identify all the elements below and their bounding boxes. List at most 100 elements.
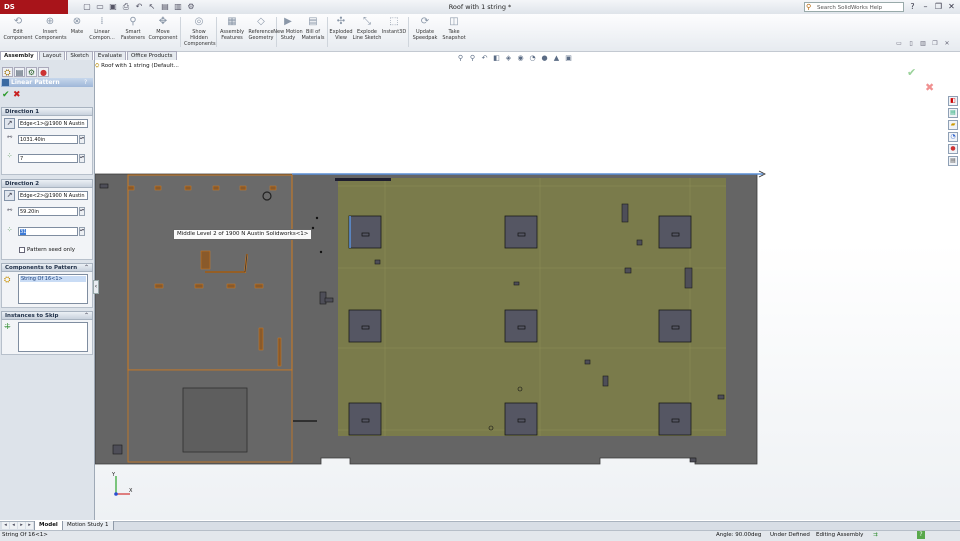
previous-view-icon[interactable]: ↶ bbox=[480, 54, 489, 63]
configuration-manager-tab-icon[interactable]: ⚙ bbox=[26, 67, 37, 77]
direction2-group-header[interactable]: Direction 2 bbox=[1, 179, 93, 188]
status-help-icon[interactable]: ? bbox=[917, 531, 925, 539]
components-list[interactable]: String Of 16<1> bbox=[18, 274, 88, 304]
linear-pattern-button[interactable]: ⁞ Linear Compon... bbox=[87, 16, 117, 41]
tile-horizontal-icon[interactable]: ▯ bbox=[907, 40, 915, 47]
confirmation-ok-icon[interactable]: ✔ bbox=[907, 67, 916, 79]
reverse-direction-icon[interactable]: ↗ bbox=[4, 118, 15, 129]
cancel-button[interactable]: ✖ bbox=[13, 90, 21, 100]
tab-assembly[interactable]: Assembly bbox=[0, 51, 38, 60]
zoom-to-fit-icon[interactable]: ⚲ bbox=[456, 54, 465, 63]
view-orientation-icon[interactable]: ◈ bbox=[504, 54, 513, 63]
tab-layout[interactable]: Layout bbox=[38, 51, 66, 60]
skip-group-header[interactable]: Instances to Skip ⌃ bbox=[1, 311, 93, 320]
take-snapshot-button[interactable]: ◫ Take Snapshot bbox=[439, 16, 469, 41]
panel-collapse-handle[interactable]: ‹ bbox=[93, 280, 99, 294]
mate-icon: ⊗ bbox=[72, 16, 82, 27]
restore-icon[interactable]: ❐ bbox=[934, 2, 943, 11]
assembly-features-button[interactable]: ▦ Assembly Features bbox=[217, 16, 247, 41]
search-input[interactable]: Search SolidWorks Help bbox=[804, 2, 904, 12]
ok-button[interactable]: ✔ bbox=[2, 90, 10, 100]
pattern-seed-only-checkbox[interactable] bbox=[19, 247, 25, 253]
selected-value: 31 bbox=[20, 229, 27, 235]
group-title: Components to Pattern bbox=[5, 265, 78, 271]
flyout-tree-root[interactable]: ⛭ Roof with 1 string (Default... bbox=[95, 63, 179, 70]
status-selection: String Of 16<1> bbox=[2, 532, 48, 538]
display-style-icon[interactable]: ◉ bbox=[516, 54, 525, 63]
last-tab-icon[interactable]: ▸ bbox=[26, 522, 33, 529]
apply-scene-icon[interactable]: ▲ bbox=[552, 54, 561, 63]
hide-show-icon[interactable]: ◔ bbox=[528, 54, 537, 63]
spacing-spinner[interactable]: ▴▾ bbox=[79, 135, 85, 144]
solidworks-resources-icon[interactable]: ◧ bbox=[948, 96, 958, 106]
instances-skip-list[interactable] bbox=[18, 322, 88, 352]
insert-components-icon: ⊕ bbox=[45, 16, 55, 27]
zoom-area-icon[interactable]: ⚲ bbox=[468, 54, 477, 63]
roof-model[interactable] bbox=[95, 168, 775, 468]
component-icon: ⛭ bbox=[4, 275, 11, 284]
edit-appearance-icon[interactable]: ● bbox=[540, 54, 549, 63]
direction1-group-header[interactable]: Direction 1 bbox=[1, 107, 93, 116]
insert-components-button[interactable]: ⊕ Insert Components bbox=[35, 16, 67, 41]
feature-tree-tab-icon[interactable]: ⛭ bbox=[2, 67, 13, 77]
direction1-instances-input[interactable]: 7 bbox=[18, 154, 78, 163]
display-manager-tab-icon[interactable]: ● bbox=[38, 67, 49, 77]
rebuild-status-icon[interactable]: ⇉ bbox=[873, 530, 878, 540]
button-label: Smart Fasteners bbox=[120, 29, 146, 41]
search-results-icon[interactable]: ◔ bbox=[948, 132, 958, 142]
exploded-view-icon: ✣ bbox=[336, 16, 346, 27]
tab-office-products[interactable]: Office Products bbox=[126, 51, 177, 60]
tile-vertical-icon[interactable]: ▥ bbox=[919, 40, 927, 47]
update-speedpak-button[interactable]: ⟳ Update Speedpak bbox=[410, 16, 440, 41]
group-title: Direction 1 bbox=[5, 109, 40, 115]
window-controls: ? – ❐ ✕ bbox=[908, 2, 956, 11]
collapse-icon[interactable]: ⌃ bbox=[84, 264, 89, 272]
tab-evaluate[interactable]: Evaluate bbox=[93, 51, 126, 60]
direction2-edge-field[interactable]: Edge<2>@1900 N Austin bbox=[18, 191, 88, 200]
help-icon[interactable]: ? bbox=[84, 78, 87, 87]
spacing-icon: ⇿ bbox=[6, 133, 13, 141]
explode-line-sketch-button[interactable]: ⤡ Explode Line Sketch bbox=[352, 16, 382, 41]
close-icon[interactable]: ✕ bbox=[947, 2, 956, 11]
restore-view-icon[interactable]: ❐ bbox=[931, 40, 939, 47]
show-hidden-button[interactable]: ◎ Show Hidden Components bbox=[184, 16, 216, 47]
list-item[interactable]: String Of 16<1> bbox=[20, 276, 86, 282]
status-definition: Under Defined bbox=[770, 532, 810, 538]
help-menu-icon[interactable]: ? bbox=[908, 2, 917, 11]
prev-tab-icon[interactable]: ◂ bbox=[10, 522, 17, 529]
tab-sketch[interactable]: Sketch bbox=[66, 51, 93, 60]
reference-geometry-button[interactable]: ◇ Reference Geometry bbox=[246, 16, 276, 41]
assembly-features-icon: ▦ bbox=[227, 16, 237, 27]
edit-component-button[interactable]: ⟲ Edit Component bbox=[3, 16, 33, 41]
direction1-edge-field[interactable]: Edge<1>@1900 N Austin bbox=[18, 119, 88, 128]
tile-icon[interactable]: ▭ bbox=[895, 40, 903, 47]
move-component-button[interactable]: ✥ Move Component bbox=[148, 16, 178, 41]
design-library-icon[interactable]: ▤ bbox=[948, 108, 958, 118]
next-tab-icon[interactable]: ▸ bbox=[18, 522, 25, 529]
close-document-icon[interactable]: ✕ bbox=[943, 40, 951, 47]
custom-properties-icon[interactable]: ▤ bbox=[948, 156, 958, 166]
collapse-icon[interactable]: ⌃ bbox=[84, 312, 89, 320]
property-manager-tab-icon[interactable]: ▤ bbox=[14, 67, 25, 77]
instances-spinner[interactable]: ▴▾ bbox=[79, 154, 85, 163]
confirmation-cancel-icon[interactable]: ✖ bbox=[925, 82, 934, 94]
instant3d-button[interactable]: ⬚ Instant3D bbox=[379, 16, 409, 35]
instances2-spinner[interactable]: ▴▾ bbox=[79, 227, 85, 236]
components-group-header[interactable]: Components to Pattern ⌃ bbox=[1, 263, 93, 272]
edit-component-icon: ⟲ bbox=[13, 16, 23, 27]
direction2-spacing-input[interactable]: 59.20in bbox=[18, 207, 78, 216]
spacing2-spinner[interactable]: ▴▾ bbox=[79, 207, 85, 216]
view-settings-icon[interactable]: ▣ bbox=[564, 54, 573, 63]
direction2-instances-input[interactable]: 31 bbox=[18, 227, 78, 236]
file-explorer-icon[interactable]: ▰ bbox=[948, 120, 958, 130]
section-view-icon[interactable]: ◧ bbox=[492, 54, 501, 63]
appearances-icon[interactable]: ● bbox=[948, 144, 958, 154]
command-tabs: Assembly Layout Sketch Evaluate Office P… bbox=[0, 51, 200, 60]
reverse-direction2-icon[interactable]: ↗ bbox=[4, 190, 15, 201]
first-tab-icon[interactable]: ◂ bbox=[2, 522, 9, 529]
minimize-icon[interactable]: – bbox=[921, 2, 930, 11]
bill-of-materials-button[interactable]: ▤ Bill of Materials bbox=[298, 16, 328, 41]
instances-icon: ⁘ bbox=[6, 152, 13, 160]
smart-fasteners-button[interactable]: ⚲ Smart Fasteners bbox=[118, 16, 148, 41]
direction1-spacing-input[interactable]: 1031.40in bbox=[18, 135, 78, 144]
